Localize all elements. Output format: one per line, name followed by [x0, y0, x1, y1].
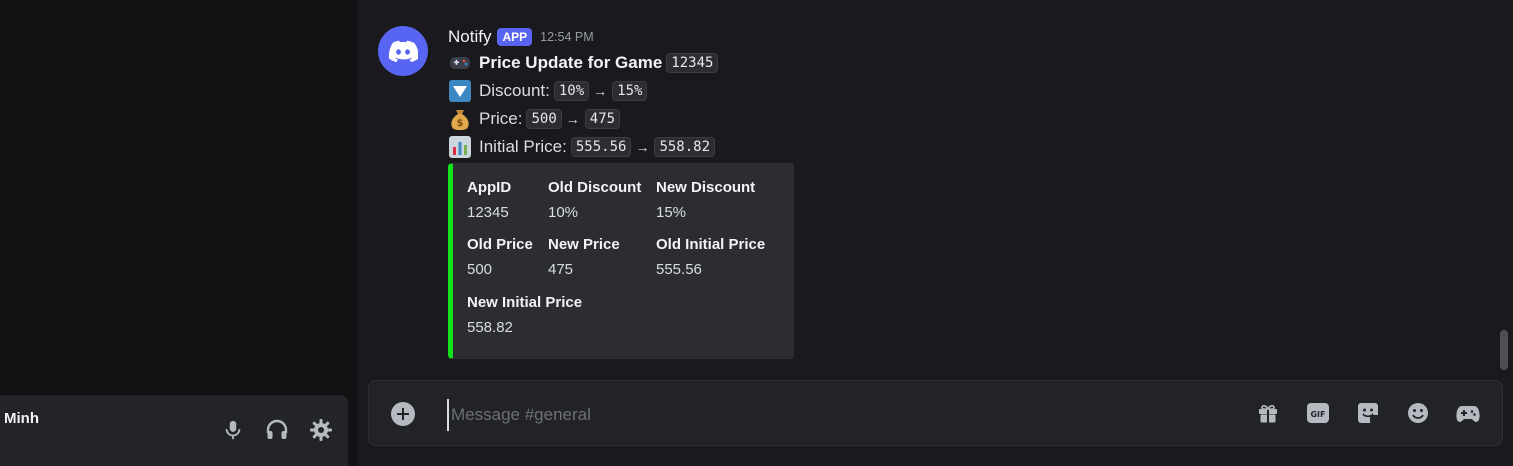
field-name: Old Price: [467, 236, 533, 253]
scrollbar-thumb[interactable]: [1500, 330, 1508, 370]
price-embed: AppID 12345 Old Discount 10% New Discoun…: [448, 163, 794, 359]
money-bag-icon: $: [448, 107, 472, 131]
embed-field-appid: AppID 12345: [467, 177, 511, 224]
embed-field-new-initial-price: New Initial Price 558.82: [467, 292, 582, 339]
svg-text:$: $: [457, 118, 464, 129]
microphone-icon[interactable]: [220, 417, 246, 443]
field-value: 10%: [548, 204, 579, 221]
field-value: 15%: [656, 204, 687, 221]
timestamp: 12:54 PM: [540, 30, 594, 44]
initial-price-line: Initial Price: 555.56 → 558.82: [448, 133, 718, 161]
field-name: Old Discount: [548, 179, 642, 196]
field-name: AppID: [467, 179, 512, 196]
embed-field-old-discount: Old Discount 10%: [548, 177, 641, 224]
field-value: 12345: [467, 204, 509, 221]
author-name[interactable]: Notify: [448, 27, 491, 47]
update-title: Price Update for Game: [479, 53, 663, 72]
composer-icons: GIF: [1256, 401, 1480, 425]
headphones-icon[interactable]: [264, 417, 290, 443]
message-header: Notify APP 12:54 PM: [448, 25, 718, 49]
message-input[interactable]: [447, 399, 1233, 431]
field-value: 558.82: [467, 319, 513, 336]
field-name: New Initial Price: [467, 294, 583, 311]
message-composer: GIF: [368, 380, 1503, 446]
field-name: New Discount: [656, 179, 756, 196]
arrow-right-icon: →: [635, 139, 650, 155]
add-attachment-button[interactable]: [391, 402, 415, 426]
user-controls: [220, 417, 334, 443]
gear-icon[interactable]: [308, 417, 334, 443]
discount-label: Discount:: [479, 81, 550, 100]
initial-price-label: Initial Price:: [479, 137, 567, 156]
game-id-code: 12345: [666, 53, 719, 73]
user-panel: Minh: [0, 395, 348, 466]
field-value: 555.56: [656, 261, 702, 278]
discount-new-code: 15%: [612, 81, 648, 101]
field-value: 475: [548, 261, 574, 278]
price-old-code: 500: [526, 109, 562, 129]
embed-field-new-discount: New Discount 15%: [656, 177, 755, 224]
username[interactable]: Minh: [4, 410, 39, 427]
game-controller-icon[interactable]: [1456, 401, 1480, 425]
field-name: New Price: [548, 236, 620, 253]
discord-logo-icon: [388, 40, 418, 63]
embed-field-new-price: New Price 475: [548, 234, 620, 281]
field-name: Old Initial Price: [656, 236, 766, 253]
arrow-right-icon: →: [565, 111, 580, 127]
gift-icon[interactable]: [1256, 401, 1280, 425]
price-label: Price:: [479, 109, 523, 128]
app-badge: APP: [497, 28, 533, 46]
initial-old-code: 555.56: [570, 137, 632, 157]
arrow-right-icon: →: [593, 83, 608, 99]
sticker-icon[interactable]: [1356, 401, 1380, 425]
chat-area: Notify APP 12:54 PM Price Update for Gam…: [358, 0, 1513, 466]
embed-field-old-price: Old Price 500: [467, 234, 533, 281]
plus-icon: [397, 408, 409, 420]
discount-line: Discount: 10% → 15%: [448, 77, 718, 105]
avatar[interactable]: [378, 26, 428, 76]
bar-chart-icon: [448, 135, 472, 159]
price-line: $ Price: 500 → 475: [448, 105, 718, 133]
svg-text:GIF: GIF: [1310, 410, 1325, 419]
price-new-code: 475: [584, 109, 621, 129]
gif-icon[interactable]: GIF: [1306, 401, 1330, 425]
emoji-icon[interactable]: [1406, 401, 1430, 425]
message: Notify APP 12:54 PM Price Update for Gam…: [448, 25, 719, 161]
channel-sidebar: Minh: [0, 0, 358, 466]
embed-field-old-initial-price: Old Initial Price 555.56: [656, 234, 765, 281]
video-game-icon: [448, 51, 472, 75]
field-value: 500: [467, 261, 493, 278]
title-line: Price Update for Game 12345: [448, 49, 719, 77]
initial-new-code: 558.82: [654, 137, 716, 157]
discount-old-code: 10%: [553, 81, 590, 101]
down-triangle-icon: [448, 79, 472, 103]
